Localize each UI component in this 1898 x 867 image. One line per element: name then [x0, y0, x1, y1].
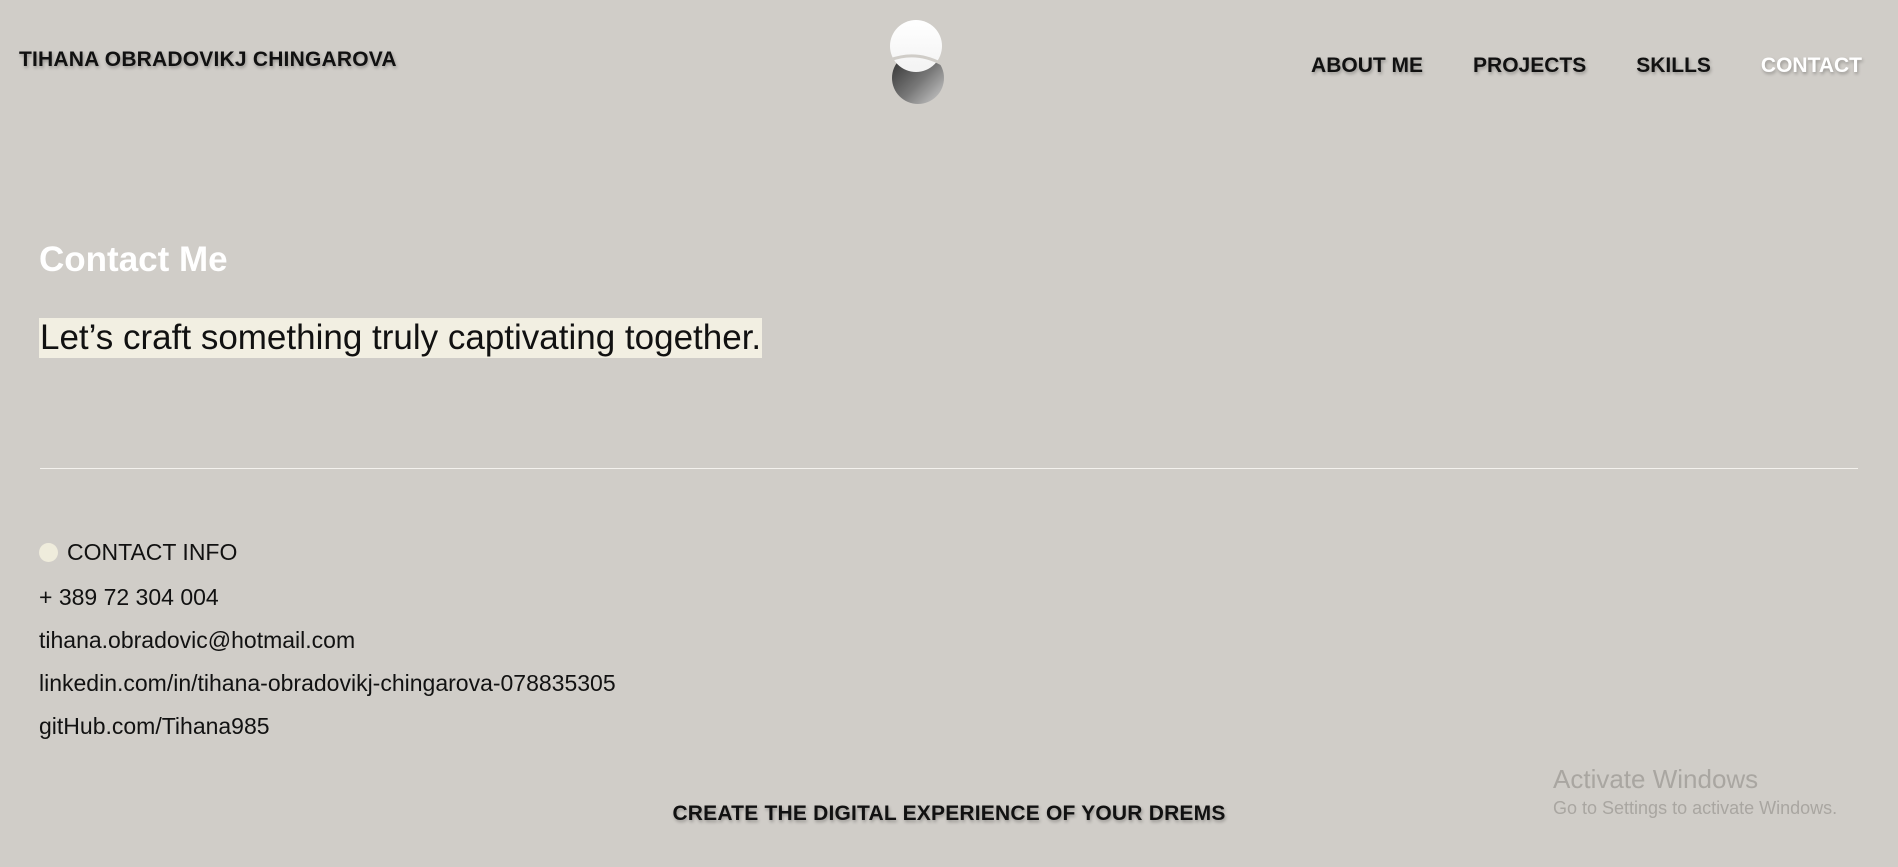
main-nav: ABOUT ME PROJECTS SKILLS CONTACT: [1311, 54, 1862, 78]
page: TIHANA OBRADOVIKJ CHINGAROVA ABOUT ME PR…: [0, 0, 1898, 867]
activate-windows-title: Activate Windows: [1553, 764, 1759, 794]
nav-projects[interactable]: PROJECTS: [1473, 54, 1586, 78]
nav-skills[interactable]: SKILLS: [1636, 54, 1711, 78]
s-gradient-logo-icon[interactable]: [886, 20, 946, 104]
contact-info-label: CONTACT INFO: [67, 539, 238, 565]
activate-windows-watermark: Activate Windows Go to Settings to activ…: [1553, 764, 1837, 819]
page-title: Contact Me: [39, 240, 228, 279]
activate-windows-subtitle: Go to Settings to activate Windows.: [1553, 798, 1838, 818]
email-link[interactable]: tihana.obradovic@hotmail.com: [39, 627, 355, 654]
github-link[interactable]: gitHub.com/Tihana985: [39, 713, 270, 740]
section-divider: [40, 468, 1858, 469]
phone-number: + 389 72 304 004: [39, 584, 219, 610]
bullet-dot-icon: [39, 543, 58, 562]
contact-info-header: CONTACT INFO: [39, 539, 237, 566]
nav-about-me[interactable]: ABOUT ME: [1311, 54, 1423, 78]
contact-tagline: Let’s craft something truly captivating …: [39, 318, 763, 358]
nav-contact[interactable]: CONTACT: [1761, 54, 1862, 78]
linkedin-link[interactable]: linkedin.com/in/tihana-obradovikj-chinga…: [39, 670, 616, 697]
site-name[interactable]: TIHANA OBRADOVIKJ CHINGAROVA: [19, 48, 397, 72]
